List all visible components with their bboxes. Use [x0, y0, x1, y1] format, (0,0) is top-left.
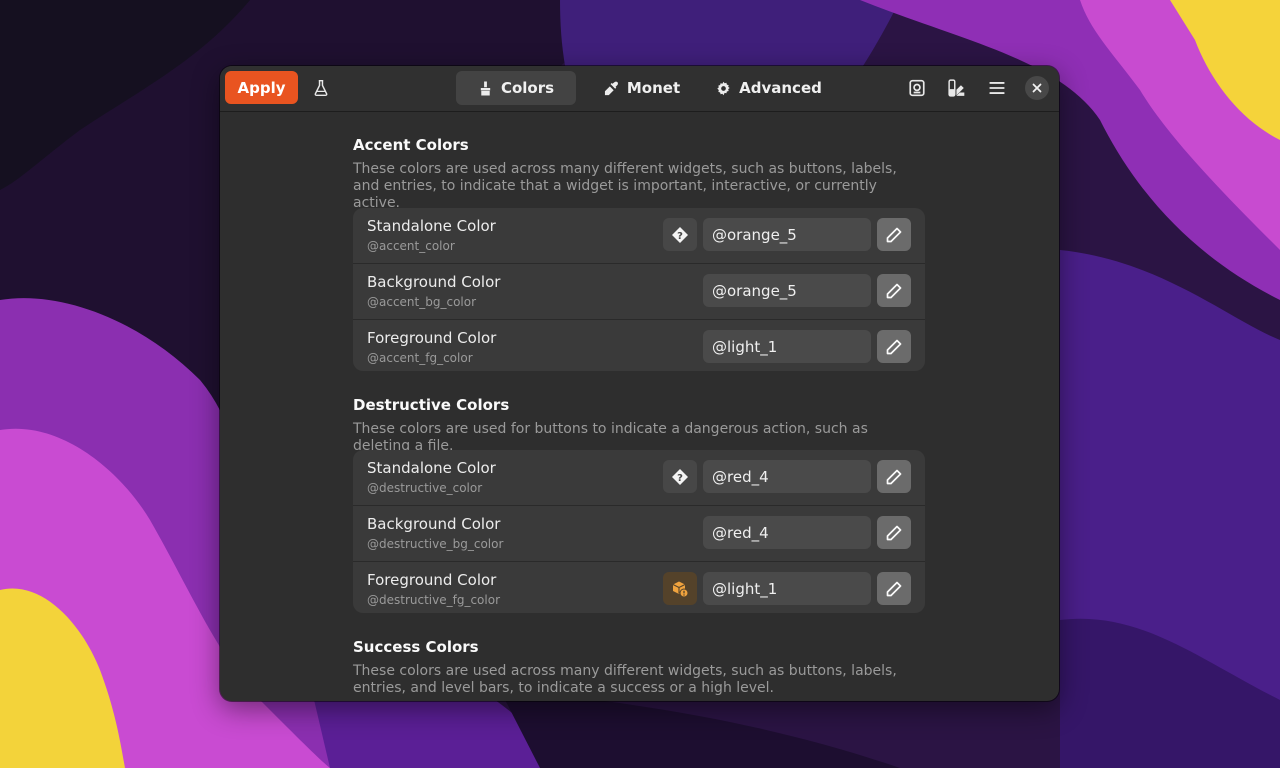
brush-icon	[480, 80, 491, 96]
section-title: Destructive Colors	[353, 396, 510, 414]
color-row: Standalone Color @accent_color ? @orange…	[353, 208, 925, 264]
tab-advanced[interactable]: Advanced	[708, 71, 830, 105]
edit-button[interactable]	[877, 460, 911, 493]
color-row: Foreground Color @accent_fg_color @light…	[353, 320, 925, 371]
close-icon	[1032, 83, 1042, 93]
preset-icon[interactable]	[900, 71, 934, 105]
warning-button[interactable]: ?	[663, 460, 697, 493]
view-switcher: Colors Monet Advanced	[456, 71, 830, 105]
unknown-glyph: ?	[677, 231, 683, 242]
header-bar: Apply Colors Monet Advanced	[220, 66, 1059, 112]
row-title: Standalone Color	[367, 217, 496, 235]
row-subtitle: @accent_fg_color	[367, 351, 473, 365]
color-entry[interactable]: @orange_5	[703, 274, 871, 307]
preferences-page[interactable]: Accent Colors These colors are used acro…	[220, 112, 1059, 701]
gear-icon	[717, 81, 730, 95]
row-title: Standalone Color	[367, 459, 496, 477]
color-row: Standalone Color @destructive_color ? @r…	[353, 450, 925, 506]
pencil-icon	[886, 581, 902, 596]
color-entry[interactable]: @red_4	[703, 460, 871, 493]
pencil-icon	[886, 283, 902, 298]
app-window: Apply Colors Monet Advanced Accent Color…	[220, 66, 1059, 701]
section-description: These colors are used across many differ…	[353, 663, 897, 696]
edit-button[interactable]	[877, 274, 911, 307]
row-subtitle: @destructive_bg_color	[367, 537, 504, 551]
flask-icon[interactable]	[304, 71, 338, 105]
section-description: These colors are used across many differ…	[353, 161, 897, 211]
pencil-icon	[886, 525, 902, 540]
color-row: Foreground Color @destructive_fg_color @…	[353, 562, 925, 613]
color-entry[interactable]: @orange_5	[703, 218, 871, 251]
palette-icon[interactable]	[940, 71, 974, 105]
row-subtitle: @destructive_fg_color	[367, 593, 501, 607]
color-entry[interactable]: @light_1	[703, 330, 871, 363]
tab-colors[interactable]: Colors	[456, 71, 576, 105]
unknown-icon: ?	[672, 226, 688, 243]
row-subtitle: @destructive_color	[367, 481, 483, 495]
contrast-warning-button[interactable]	[663, 572, 697, 605]
color-entry[interactable]: @light_1	[703, 572, 871, 605]
color-entry[interactable]: @red_4	[703, 516, 871, 549]
section-title: Accent Colors	[353, 136, 469, 154]
row-title: Foreground Color	[367, 571, 497, 589]
color-row: Background Color @accent_bg_color @orang…	[353, 264, 925, 320]
tab-monet[interactable]: Monet	[584, 71, 700, 105]
warning-button[interactable]: ?	[663, 218, 697, 251]
apply-button[interactable]: Apply	[225, 71, 298, 104]
package-warning-icon	[672, 581, 689, 597]
row-title: Foreground Color	[367, 329, 497, 347]
edit-button[interactable]	[877, 218, 911, 251]
unknown-icon: ?	[672, 468, 688, 485]
tab-advanced-label: Advanced	[739, 79, 822, 97]
row-title: Background Color	[367, 273, 501, 291]
pencil-icon	[886, 227, 902, 242]
row-title: Background Color	[367, 515, 501, 533]
unknown-glyph: ?	[677, 473, 683, 484]
edit-button[interactable]	[877, 330, 911, 363]
pencil-icon	[886, 339, 902, 354]
close-button[interactable]	[1025, 76, 1049, 100]
section-title: Success Colors	[353, 638, 479, 656]
pencil-icon	[886, 469, 902, 484]
color-row: Background Color @destructive_bg_color @…	[353, 506, 925, 562]
edit-button[interactable]	[877, 516, 911, 549]
color-group: Standalone Color @destructive_color ? @r…	[353, 450, 925, 613]
tab-monet-label: Monet	[626, 79, 681, 97]
edit-button[interactable]	[877, 572, 911, 605]
tab-colors-label: Colors	[500, 79, 555, 97]
row-subtitle: @accent_color	[367, 239, 455, 253]
eyedropper-icon	[604, 81, 618, 95]
menu-icon[interactable]	[980, 71, 1014, 105]
row-subtitle: @accent_bg_color	[367, 295, 477, 309]
color-group: Standalone Color @accent_color ? @orange…	[353, 208, 925, 371]
